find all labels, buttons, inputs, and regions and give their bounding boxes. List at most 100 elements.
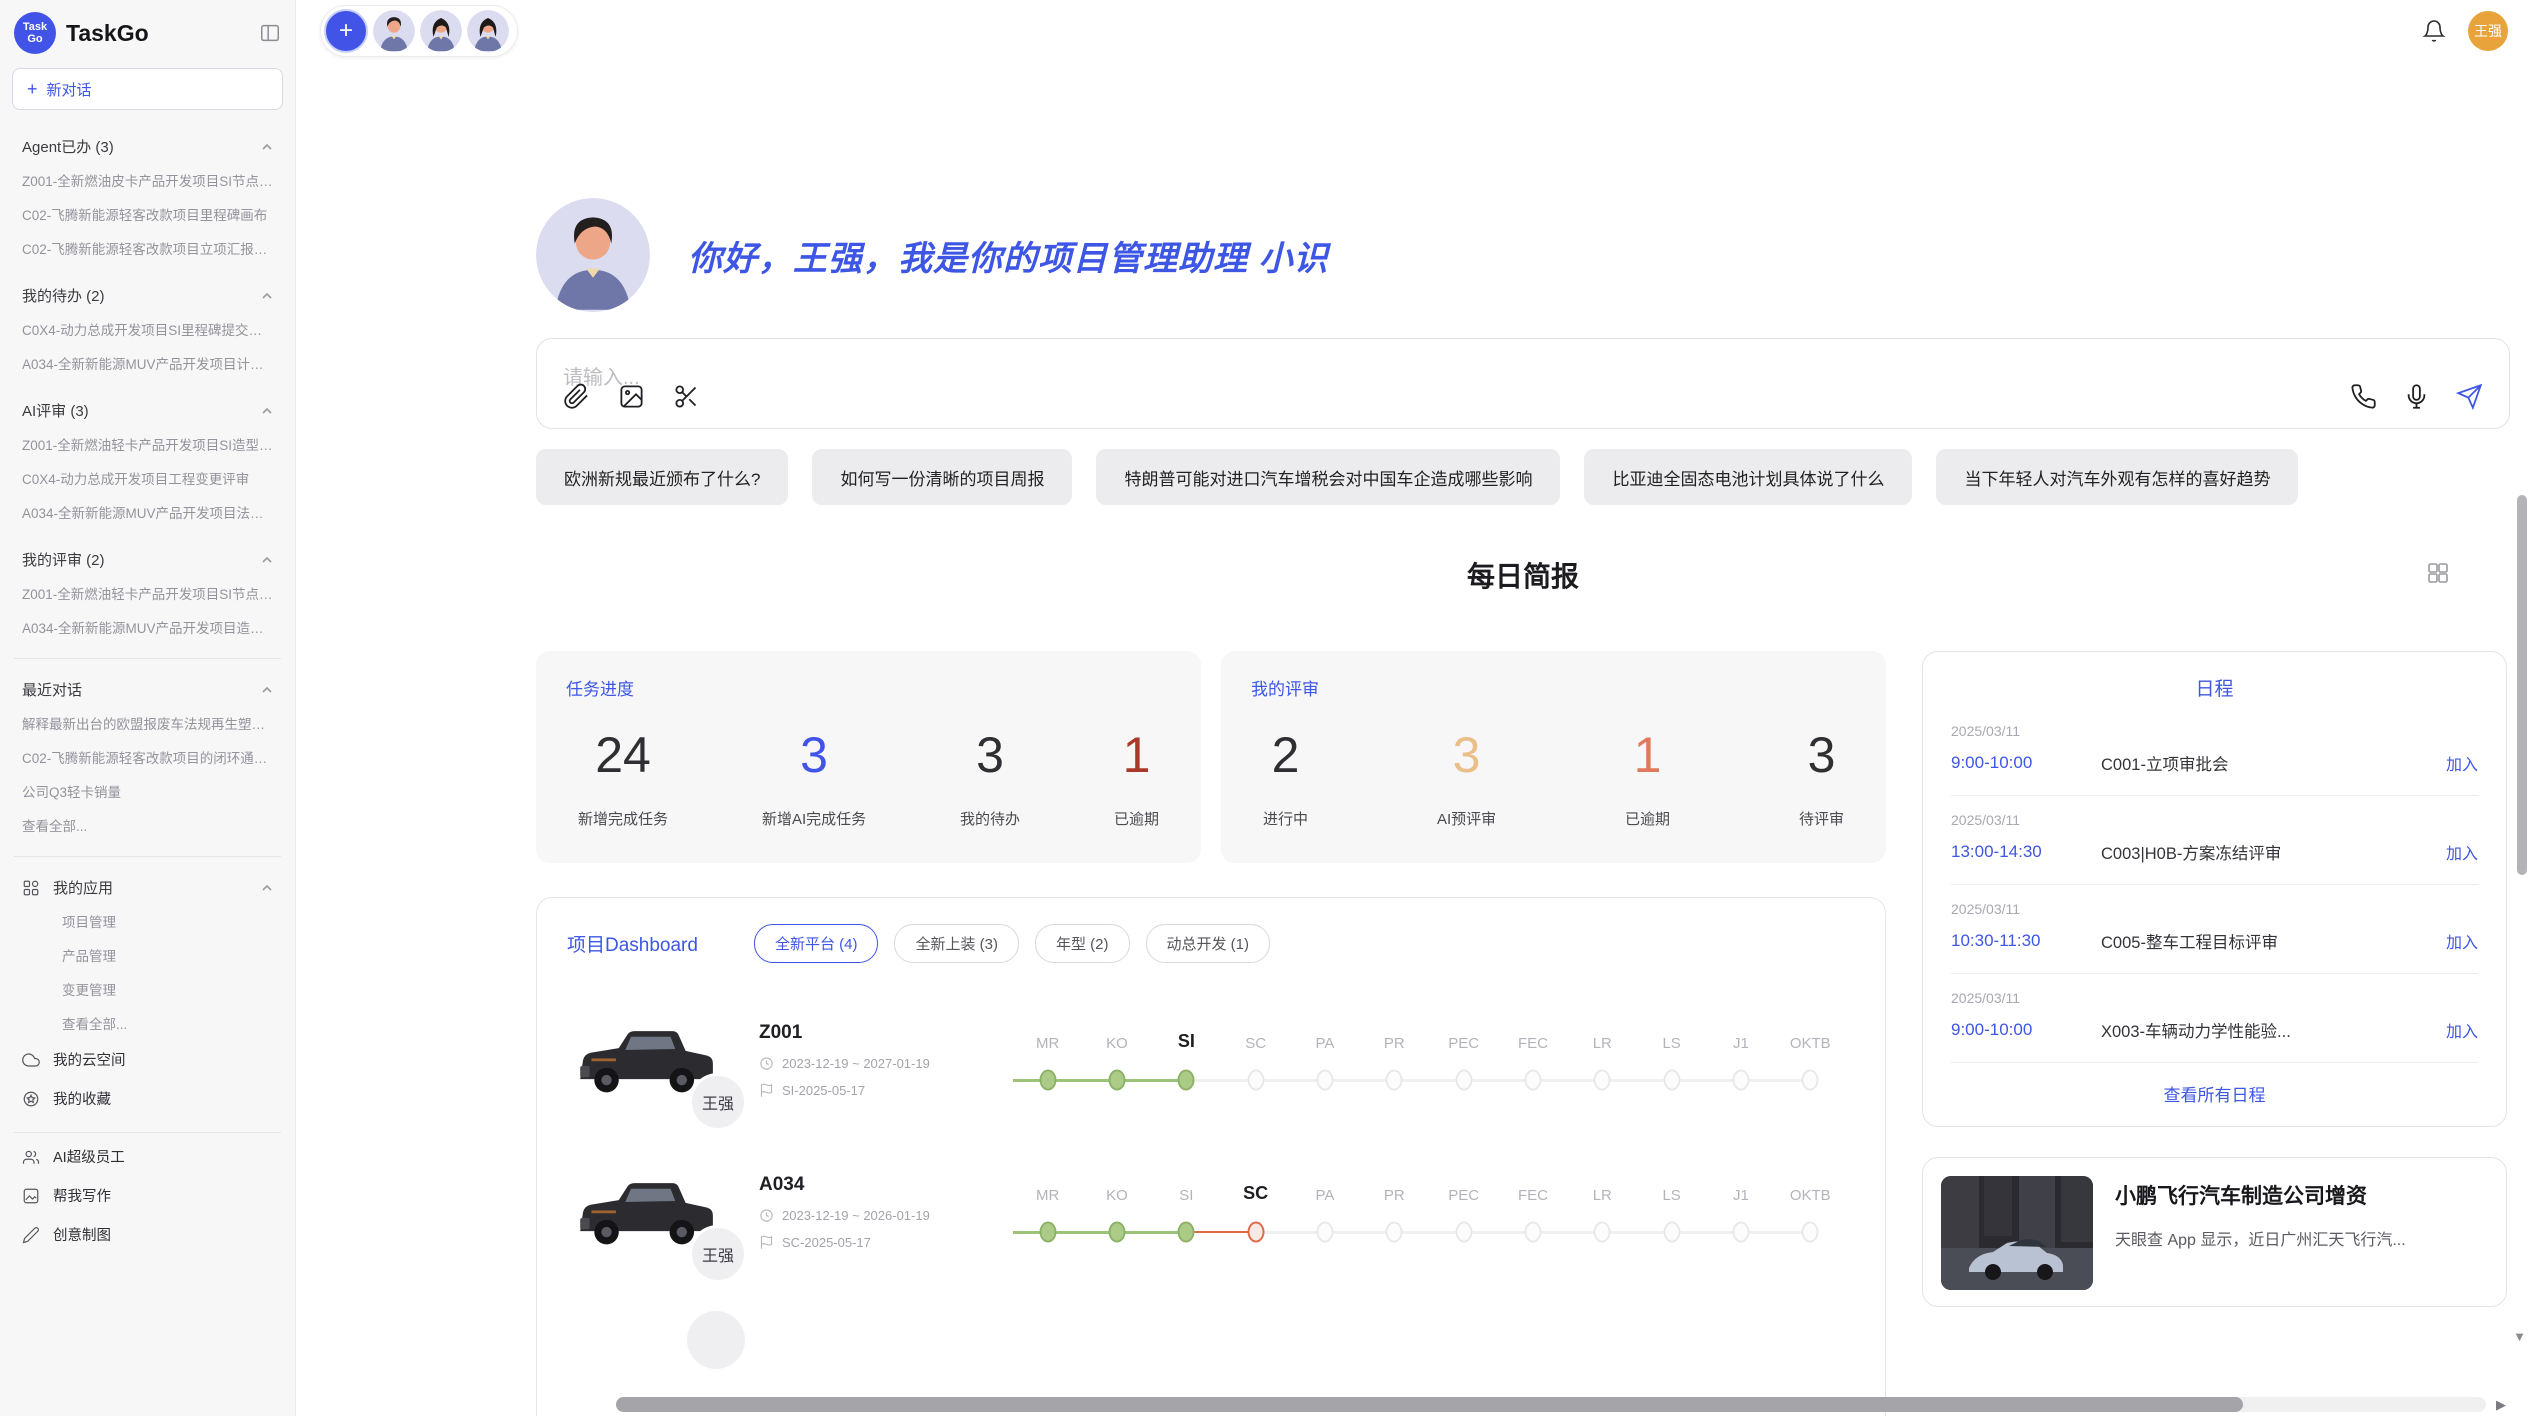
- schedule-time: 9:00-10:00: [1951, 753, 2101, 773]
- sidebar-task-item[interactable]: C02-飞腾新能源轻客改款项目里程碑画布: [12, 197, 283, 231]
- milestone-dot: [1247, 1222, 1264, 1243]
- milestone-label: KO: [1106, 1028, 1128, 1052]
- recent-chats-header[interactable]: 最近对话: [12, 673, 283, 706]
- view-all-schedule-link[interactable]: 查看所有日程: [1951, 1063, 2478, 1116]
- suggestion-chips: 欧洲新规最近颁布了什么? 如何写一份清晰的项目周报特朗普可能对进口汽车增税会对中国…: [536, 449, 2510, 505]
- milestone-dot: [1108, 1070, 1125, 1091]
- recent-chat-item[interactable]: 解释最新出台的欧盟报废车法规再生塑料比例被调至15%...: [12, 706, 283, 740]
- cloud-space-label: 我的云空间: [53, 1049, 126, 1070]
- app-item[interactable]: 产品管理: [12, 938, 283, 972]
- suggestion-chip[interactable]: 特朗普可能对进口汽车增税会对中国车企造成哪些影响: [1096, 449, 1560, 505]
- dashboard-tab[interactable]: 全新上装 (3): [894, 924, 1019, 963]
- sidebar-task-item[interactable]: A034-全新新能源MUV产品开发项目造型可行性评审: [12, 610, 283, 644]
- sidebar-section-header[interactable]: AI评审 (3): [12, 394, 283, 427]
- stat-value: 1: [1123, 726, 1151, 784]
- briefing-card-title: 我的评审: [1251, 675, 1856, 700]
- milestone-dot: [1594, 1222, 1611, 1243]
- sidebar-task-item[interactable]: C0X4-动力总成开发项目SI里程碑提交物检查: [12, 312, 283, 346]
- attachment-icon[interactable]: [563, 383, 590, 410]
- app-item[interactable]: 变更管理: [12, 972, 283, 1006]
- microphone-icon[interactable]: [2403, 383, 2430, 410]
- suggestion-chip[interactable]: 当下年轻人对汽车外观有怎样的喜好趋势: [1936, 449, 2298, 505]
- sidebar-item-help-write[interactable]: 帮我写作: [12, 1176, 283, 1215]
- sidebar-item-creative-drawing[interactable]: 创意制图: [12, 1215, 283, 1254]
- project-milestone-date: SI-2025-05-17: [759, 1083, 989, 1098]
- milestone-label: FEC: [1518, 1180, 1548, 1204]
- project-image: 王强: [567, 1157, 735, 1267]
- milestone-dot: [1108, 1222, 1125, 1243]
- horizontal-scrollbar[interactable]: [616, 1397, 2486, 1412]
- stat-label: 已逾期: [1625, 808, 1670, 829]
- news-card[interactable]: 小鹏飞行汽车制造公司增资 天眼查 App 显示，近日广州汇天飞行汽...: [1922, 1157, 2507, 1307]
- sidebar-collapse-icon[interactable]: [259, 22, 281, 44]
- sidebar-task-item[interactable]: Z001-全新燃油皮卡产品开发项目SI节点Lesson Learn报告: [12, 163, 283, 197]
- milestone-dot: [1386, 1070, 1403, 1091]
- dashboard-tab[interactable]: 全新平台 (4): [754, 924, 879, 963]
- my-apps-header[interactable]: 我的应用: [12, 871, 283, 904]
- chat-input[interactable]: [563, 361, 2099, 401]
- recent-chat-item[interactable]: 公司Q3轻卡销量: [12, 774, 283, 808]
- join-link[interactable]: 加入: [2432, 1018, 2478, 1042]
- sidebar-task-item[interactable]: Z001-全新燃油轻卡产品开发项目SI造型提交物评审: [12, 427, 283, 461]
- apps-view-all[interactable]: 查看全部...: [12, 1006, 283, 1040]
- sidebar-section-header[interactable]: Agent已办 (3): [12, 130, 283, 163]
- join-link[interactable]: 加入: [2432, 840, 2478, 864]
- user-avatar[interactable]: 王强: [2468, 11, 2508, 51]
- clock-icon: [759, 1208, 774, 1223]
- recent-view-all[interactable]: 查看全部...: [12, 808, 283, 842]
- recent-chat-item[interactable]: C02-飞腾新能源轻客改款项目的闭环通告反馈情况: [12, 740, 283, 774]
- project-row[interactable]: 王强Z0012023-12-19 ~ 2027-01-19SI-2025-05-…: [567, 1005, 1855, 1115]
- sidebar-section-header[interactable]: 我的评审 (2): [12, 543, 283, 576]
- scissors-icon[interactable]: [673, 383, 700, 410]
- suggestion-chip[interactable]: 如何写一份清晰的项目周报: [812, 449, 1072, 505]
- suggestion-chip[interactable]: 欧洲新规最近颁布了什么?: [536, 449, 788, 505]
- sidebar-task-item[interactable]: C02-飞腾新能源轻客改款项目立项汇报方案: [12, 231, 283, 265]
- sidebar-task-item[interactable]: C0X4-动力总成开发项目工程变更评审: [12, 461, 283, 495]
- avatar[interactable]: [373, 10, 415, 52]
- milestone-dot: [1802, 1070, 1819, 1091]
- add-conversation-button[interactable]: +: [324, 9, 368, 53]
- schedule-time: 13:00-14:30: [1951, 842, 2101, 862]
- milestone-dot: [1247, 1070, 1264, 1091]
- sidebar-task-item[interactable]: Z001-全新燃油轻卡产品开发项目SI节点属性5D文件评审: [12, 576, 283, 610]
- sidebar-task-item[interactable]: A034-全新新能源MUV产品开发项目法规符合性评审: [12, 495, 283, 529]
- layout-grid-icon[interactable]: [2426, 561, 2450, 585]
- send-icon[interactable]: [2456, 383, 2483, 410]
- join-link[interactable]: 加入: [2432, 751, 2478, 775]
- milestone-label: PA: [1316, 1028, 1335, 1052]
- avatar[interactable]: [420, 10, 462, 52]
- schedule-time: 9:00-10:00: [1951, 1020, 2101, 1040]
- scroll-down-arrow-icon[interactable]: ▼: [2513, 1329, 2526, 1344]
- horizontal-scrollbar-thumb[interactable]: [616, 1397, 2243, 1412]
- milestone-label: OKTB: [1790, 1028, 1831, 1052]
- project-row[interactable]: 王强A0342023-12-19 ~ 2026-01-19SC-2025-05-…: [567, 1157, 1855, 1267]
- sidebar-section-title: AI评审 (3): [22, 400, 89, 421]
- avatar[interactable]: [467, 10, 509, 52]
- sidebar-task-item[interactable]: A034-全新新能源MUV产品开发项目计划变更表编写: [12, 346, 283, 380]
- sidebar-item-ai-super-staff[interactable]: AI超级员工: [12, 1137, 283, 1176]
- sidebar-section-title: Agent已办 (3): [22, 136, 114, 157]
- milestone-dot: [1455, 1222, 1472, 1243]
- milestone-label: SC: [1245, 1028, 1266, 1052]
- assistant-avatar: [536, 198, 650, 312]
- suggestion-chip[interactable]: 比亚迪全固态电池计划具体说了什么: [1584, 449, 1912, 505]
- app-item[interactable]: 项目管理: [12, 904, 283, 938]
- dashboard-tab[interactable]: 动总开发 (1): [1146, 924, 1271, 963]
- sidebar-section-header[interactable]: 我的待办 (2): [12, 279, 283, 312]
- phone-call-icon[interactable]: [2350, 383, 2377, 410]
- milestone-label: LR: [1593, 1180, 1612, 1204]
- notification-bell-icon[interactable]: [2422, 19, 2446, 43]
- sidebar-item-cloud-space[interactable]: 我的云空间: [12, 1040, 283, 1079]
- milestone-label: LS: [1662, 1180, 1680, 1204]
- stat-item: 2进行中: [1263, 726, 1308, 829]
- schedule-title: 日程: [1951, 674, 2478, 707]
- vertical-scrollbar[interactable]: [2517, 495, 2527, 875]
- stat-value: 1: [1634, 726, 1662, 784]
- sidebar-item-favorites[interactable]: 我的收藏: [12, 1079, 283, 1118]
- milestone-dot: [1039, 1222, 1056, 1243]
- scroll-right-arrow-icon[interactable]: ▶: [2496, 1397, 2506, 1413]
- dashboard-tab[interactable]: 年型 (2): [1035, 924, 1130, 963]
- image-upload-icon[interactable]: [618, 383, 645, 410]
- new-chat-button[interactable]: + 新对话: [12, 68, 283, 110]
- join-link[interactable]: 加入: [2432, 929, 2478, 953]
